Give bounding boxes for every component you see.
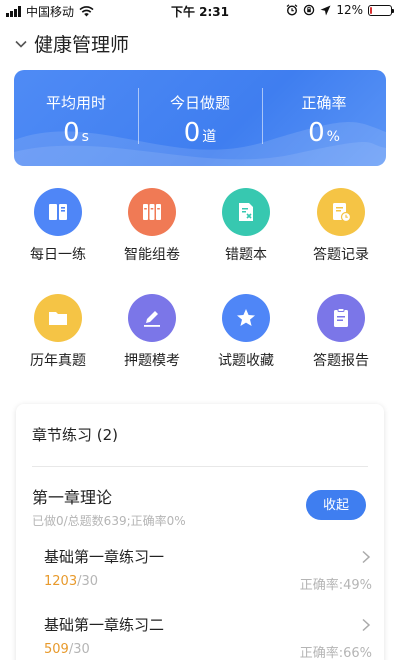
chapter-practice-card: 章节练习 (2) 第一章理论 已做0/总题数639;正确率0% 收起 基础第一章… xyxy=(16,404,384,660)
feature-label: 智能组卷 xyxy=(124,247,180,263)
stat-value: 0% xyxy=(308,118,340,148)
chapter-meta: 已做0/总题数639;正确率0% xyxy=(32,514,186,528)
stat-value: 0s xyxy=(63,118,89,148)
feature-circle xyxy=(34,294,82,342)
exercise-row[interactable]: 基础第一章练习一 1203/30 正确率:49% xyxy=(16,546,384,606)
feature-answer-report[interactable]: 答题报告 xyxy=(296,294,386,384)
stat-today-questions: 今日做题 0道 xyxy=(138,70,262,166)
pen-icon xyxy=(144,311,160,327)
chevron-right-icon xyxy=(362,550,371,564)
feature-past-exams[interactable]: 历年真题 xyxy=(13,294,103,384)
exercise-count: 509/30 xyxy=(44,642,90,657)
battery-icon xyxy=(368,4,394,16)
feature-daily-practice[interactable]: 每日一练 xyxy=(13,188,103,278)
section-title: 章节练习 (2) xyxy=(32,426,119,444)
feature-circle xyxy=(128,188,176,236)
feature-label: 每日一练 xyxy=(30,247,86,263)
feature-favorites[interactable]: 试题收藏 xyxy=(201,294,291,384)
divider xyxy=(32,466,368,467)
folder-icon xyxy=(49,312,67,325)
wrong-doc-icon xyxy=(239,203,253,221)
chapter-name: 第一章理论 xyxy=(32,488,113,507)
feature-circle xyxy=(222,294,270,342)
feature-answer-record[interactable]: 答题记录 xyxy=(296,188,386,278)
feature-label: 答题报告 xyxy=(313,353,369,369)
feature-circle xyxy=(128,294,176,342)
feature-label: 错题本 xyxy=(225,247,267,263)
book-icon xyxy=(49,204,67,220)
feature-circle xyxy=(222,188,270,236)
alarm-icon xyxy=(286,4,298,16)
exercise-accuracy: 正确率:49% xyxy=(299,578,372,593)
clipboard-icon xyxy=(334,308,348,327)
star-icon xyxy=(237,309,255,326)
exercise-accuracy: 正确率:66% xyxy=(299,646,372,660)
feature-smart-paper[interactable]: 智能组卷 xyxy=(107,188,197,278)
exercise-count: 1203/30 xyxy=(44,574,99,589)
stats-banner: 平均用时 0s 今日做题 0道 正确率 0% xyxy=(14,70,386,166)
stat-label: 今日做题 xyxy=(169,94,230,112)
stat-label: 平均用时 xyxy=(45,94,106,112)
clock-doc-icon xyxy=(333,203,352,223)
collapse-button[interactable]: 收起 xyxy=(306,490,366,520)
status-right: 12% xyxy=(286,3,394,17)
feature-mock-exam[interactable]: 押题模考 xyxy=(107,294,197,384)
chevron-down-icon xyxy=(15,40,27,48)
chevron-right-icon xyxy=(362,618,371,632)
feature-label: 答题记录 xyxy=(313,247,369,263)
page-title: 健康管理师 xyxy=(34,34,130,56)
stat-avg-time: 平均用时 0s xyxy=(14,70,138,166)
stat-label: 正确率 xyxy=(301,94,347,112)
exercise-name: 基础第一章练习一 xyxy=(44,548,165,566)
status-bar: 中国移动 下午 2:31 12% xyxy=(0,0,400,22)
feature-circle xyxy=(317,188,365,236)
feature-circle xyxy=(34,188,82,236)
binders-icon xyxy=(143,204,161,220)
stat-value: 0道 xyxy=(183,118,217,148)
feature-label: 历年真题 xyxy=(30,353,86,369)
subject-selector[interactable]: 健康管理师 xyxy=(14,30,129,57)
lock-rotation-icon xyxy=(304,4,315,16)
exercise-row[interactable]: 基础第一章练习二 509/30 正确率:66% xyxy=(16,614,384,660)
feature-wrong-book[interactable]: 错题本 xyxy=(201,188,291,278)
feature-circle xyxy=(317,294,365,342)
battery-percent: 12% xyxy=(336,3,363,17)
feature-label: 押题模考 xyxy=(124,353,180,369)
feature-label: 试题收藏 xyxy=(218,353,274,369)
location-icon xyxy=(320,5,331,15)
exercise-name: 基础第一章练习二 xyxy=(44,616,165,634)
stat-accuracy: 正确率 0% xyxy=(262,70,386,166)
